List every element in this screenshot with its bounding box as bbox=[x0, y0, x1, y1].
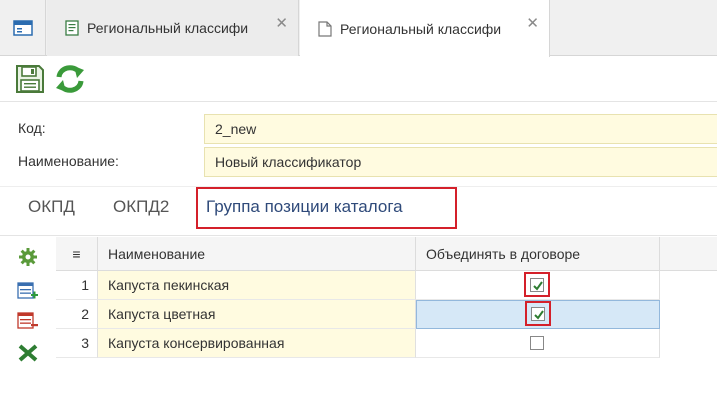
table-row[interactable]: 2 Капуста цветная bbox=[56, 300, 660, 329]
row-name[interactable]: Капуста пекинская bbox=[98, 271, 416, 300]
code-label: Код: bbox=[18, 120, 46, 136]
row-merge-cell[interactable] bbox=[416, 271, 660, 300]
table-row[interactable]: 3 Капуста консервированная bbox=[56, 329, 660, 358]
home-tab[interactable] bbox=[0, 0, 46, 56]
close-icon[interactable]: ✕ bbox=[526, 14, 539, 32]
column-header-name[interactable]: Наименование bbox=[98, 237, 416, 271]
grid-side-toolbar bbox=[0, 237, 44, 393]
delete-row-icon bbox=[17, 312, 38, 329]
add-row-button[interactable] bbox=[16, 279, 40, 303]
row-number: 2 bbox=[56, 300, 98, 329]
excel-export-icon bbox=[18, 344, 38, 362]
name-row: Наименование: bbox=[0, 147, 717, 177]
window-icon bbox=[12, 20, 33, 36]
row-name[interactable]: Капуста цветная bbox=[98, 300, 416, 329]
tab-okpd2[interactable]: ОКПД2 bbox=[113, 197, 169, 217]
delete-row-button[interactable] bbox=[16, 309, 40, 333]
row-number: 3 bbox=[56, 329, 98, 358]
column-header-merge[interactable]: Объединять в договоре bbox=[416, 237, 660, 271]
tab-label: Региональный классифи bbox=[87, 20, 249, 36]
tab-bar: Региональный классифи ✕ Региональный кла… bbox=[0, 0, 717, 57]
document-icon bbox=[65, 20, 79, 36]
merge-checkbox[interactable] bbox=[531, 307, 545, 321]
row-merge-cell[interactable] bbox=[416, 329, 660, 358]
row-merge-cell[interactable] bbox=[416, 300, 660, 329]
checkmark-icon bbox=[533, 281, 543, 291]
save-icon bbox=[16, 65, 44, 93]
column-menu-icon[interactable]: ≡ bbox=[56, 237, 98, 271]
refresh-icon bbox=[56, 65, 84, 93]
add-row-icon bbox=[17, 282, 38, 299]
tab-okpd[interactable]: ОКПД bbox=[28, 197, 75, 217]
toolbar bbox=[0, 57, 717, 102]
row-name[interactable]: Капуста консервированная bbox=[98, 329, 416, 358]
tab-regional-classifier-1[interactable]: Региональный классифи ✕ bbox=[47, 0, 299, 56]
row-number: 1 bbox=[56, 271, 98, 300]
code-row: Код: bbox=[0, 114, 717, 144]
code-field[interactable] bbox=[204, 114, 717, 144]
merge-checkbox[interactable] bbox=[530, 336, 544, 350]
grid-header: ≡ Наименование Объединять в договоре bbox=[56, 237, 717, 271]
tab-label: Региональный классифи bbox=[340, 20, 502, 37]
document-icon bbox=[318, 20, 332, 37]
settings-button[interactable] bbox=[16, 245, 40, 269]
excel-export-button[interactable] bbox=[16, 341, 40, 365]
checkmark-icon bbox=[534, 310, 544, 320]
name-field[interactable] bbox=[204, 147, 717, 177]
highlight-frame bbox=[196, 187, 457, 229]
name-label: Наименование: bbox=[18, 153, 119, 169]
table-row[interactable]: 1 Капуста пекинская bbox=[56, 271, 660, 300]
save-button[interactable] bbox=[10, 59, 50, 99]
merge-checkbox[interactable] bbox=[530, 278, 544, 292]
tab-regional-classifier-2[interactable]: Региональный классифи ✕ bbox=[300, 0, 550, 57]
refresh-button[interactable] bbox=[50, 59, 90, 99]
settings-gear-icon bbox=[19, 248, 37, 266]
close-icon[interactable]: ✕ bbox=[275, 14, 288, 32]
